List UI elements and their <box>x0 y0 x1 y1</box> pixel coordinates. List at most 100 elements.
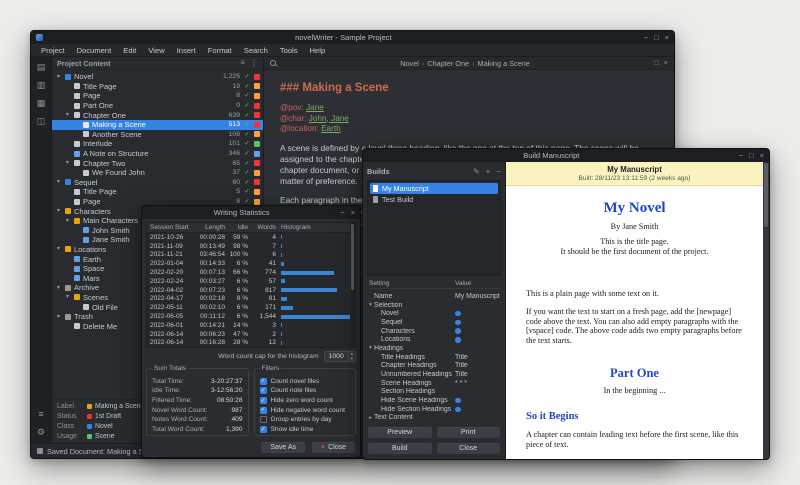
settings-icon[interactable]: ⚙ <box>37 428 45 437</box>
session-row[interactable]: 2021-11-0900:13:4998 %7 <box>147 242 350 251</box>
session-row[interactable]: 2022-05-1100:02:106 %171 <box>147 303 350 312</box>
novel-view-icon[interactable]: ▥ <box>37 81 46 90</box>
filter-checkbox[interactable]: ✓ <box>260 426 267 433</box>
expand-arrow-icon[interactable]: ▾ <box>55 285 62 291</box>
maximize-editor-icon[interactable]: □ <box>654 59 659 67</box>
expand-arrow-icon[interactable]: ▾ <box>64 218 71 224</box>
close-document-icon[interactable]: × <box>664 59 668 67</box>
session-row[interactable]: 2022-02-2400:03:276 %57 <box>147 277 350 286</box>
setting-row[interactable]: Chapter HeadingsTitle <box>367 362 501 371</box>
expand-arrow-icon[interactable]: ▸ <box>367 415 374 421</box>
spin-down-icon[interactable]: ▾ <box>349 357 355 362</box>
expand-arrow-icon[interactable]: ▾ <box>367 345 374 351</box>
menu-search[interactable]: Search <box>238 45 274 56</box>
menu-insert[interactable]: Insert <box>171 45 202 56</box>
search-icon[interactable] <box>270 60 276 66</box>
quick-links-icon[interactable]: ≡ <box>240 59 245 67</box>
build-list-item[interactable]: Test Build <box>370 194 498 205</box>
maximize-icon[interactable]: □ <box>749 152 754 160</box>
tree-item[interactable]: Making a Scene513✓ <box>52 120 263 130</box>
session-row[interactable]: 2021-11-2103:46:54100 %6 <box>147 251 350 260</box>
menu-help[interactable]: Help <box>304 45 332 56</box>
preview-button[interactable]: Preview <box>367 426 433 439</box>
tree-item[interactable]: We Found John37✓ <box>52 168 263 178</box>
session-row[interactable]: 2022-06-1400:16:2828 %12 <box>147 339 350 348</box>
manuscript-view-icon[interactable]: ◫ <box>37 117 46 126</box>
expand-arrow-icon[interactable]: ▾ <box>64 112 71 118</box>
close-icon[interactable]: × <box>665 34 669 42</box>
setting-row[interactable]: Hide Scene Headings <box>367 396 501 405</box>
expand-arrow-icon[interactable]: ▾ <box>64 160 71 166</box>
filter-checkbox[interactable] <box>260 416 267 423</box>
main-titlebar[interactable]: novelWriter - Sample Project − □ × <box>31 31 674 44</box>
setting-row[interactable]: Sequel <box>367 318 501 327</box>
session-row[interactable]: 2022-04-0200:07:236 %817 <box>147 286 350 295</box>
session-row[interactable]: 2021-10-2600:00:2859 %4 <box>147 233 350 242</box>
build-titlebar[interactable]: Build Manuscript − □ × <box>363 149 769 162</box>
tree-item[interactable]: Part One0✓ <box>52 101 263 111</box>
session-row[interactable]: 2022-04-1700:02:188 %81 <box>147 295 350 304</box>
session-row[interactable]: 2022-06-1400:06:2347 %2 <box>147 330 350 339</box>
close-button[interactable]: ×Close <box>311 441 356 454</box>
tree-item[interactable]: ▾Chapter One639✓ <box>52 110 263 120</box>
filter-checkbox[interactable]: ✓ <box>260 387 267 394</box>
print-button[interactable]: Print <box>436 426 502 439</box>
setting-row[interactable]: Title HeadingsTitle <box>367 353 501 362</box>
setting-row[interactable]: Scene Headings* * * <box>367 379 501 388</box>
setting-row[interactable]: Characters <box>367 327 501 336</box>
close-icon[interactable]: × <box>760 152 764 160</box>
maximize-icon[interactable]: □ <box>654 34 659 42</box>
setting-row[interactable]: Unnumbered HeadingsTitle <box>367 370 501 379</box>
minimize-icon[interactable]: − <box>739 152 743 160</box>
filter-checkbox[interactable]: ✓ <box>260 397 267 404</box>
menu-tools[interactable]: Tools <box>274 45 304 56</box>
expand-arrow-icon[interactable]: ▾ <box>64 294 71 300</box>
session-row[interactable]: 2022-02-2000:07:1366 %774 <box>147 268 350 277</box>
build-list-item[interactable]: My Manuscript <box>370 183 498 194</box>
session-row[interactable]: 2022-06-0500:11:126 %1,544 <box>147 312 350 321</box>
kebab-menu-icon[interactable]: ⋮ <box>250 59 258 67</box>
tree-item[interactable]: A Note on Structure346✓ <box>52 149 263 159</box>
tree-item[interactable]: Title Page19✓ <box>52 82 263 92</box>
expand-arrow-icon[interactable]: ▾ <box>367 302 374 308</box>
menu-format[interactable]: Format <box>202 45 238 56</box>
setting-row[interactable]: Hide Section Headings <box>367 405 501 414</box>
stats-scrollbar[interactable] <box>350 223 355 347</box>
preview-scrollbar[interactable] <box>763 162 769 459</box>
setting-row[interactable]: NameMy Manuscript <box>367 292 501 301</box>
save-as-button[interactable]: Save As <box>260 441 306 454</box>
tree-item[interactable]: Another Scene108✓ <box>52 130 263 140</box>
tree-item[interactable]: Title Page5✓ <box>52 187 263 197</box>
tree-item[interactable]: Interlude101✓ <box>52 139 263 149</box>
project-view-icon[interactable]: ▤ <box>37 63 46 72</box>
menu-icon[interactable]: ≡ <box>38 410 43 419</box>
close-build-button[interactable]: Close <box>436 442 502 455</box>
expand-arrow-icon[interactable]: ▾ <box>55 314 62 320</box>
session-row[interactable]: 2022-01-0400:14:336 %41 <box>147 259 350 268</box>
expand-arrow-icon[interactable]: ▾ <box>55 246 62 252</box>
add-build-icon[interactable]: + <box>480 168 491 176</box>
setting-row[interactable]: ▾Headings <box>367 344 501 353</box>
menu-project[interactable]: Project <box>35 45 71 56</box>
stats-titlebar[interactable]: Writing Statistics − × <box>142 206 360 219</box>
close-icon[interactable]: × <box>351 209 355 217</box>
menu-view[interactable]: View <box>142 45 170 56</box>
remove-build-icon[interactable]: − <box>490 168 501 176</box>
expand-arrow-icon[interactable]: ▾ <box>55 179 62 185</box>
tree-item[interactable]: Page8✓ <box>52 91 263 101</box>
setting-row[interactable]: ▸Text Content <box>367 414 501 423</box>
expand-arrow-icon[interactable]: ▾ <box>55 74 62 80</box>
session-row[interactable]: 2022-06-0100:14:2114 %3 <box>147 321 350 330</box>
setting-row[interactable]: ▾Selection <box>367 301 501 310</box>
scrollbar-thumb[interactable] <box>351 224 354 290</box>
scrollbar-thumb[interactable] <box>764 163 768 227</box>
minimize-icon[interactable]: − <box>340 209 344 217</box>
minimize-icon[interactable]: − <box>644 34 648 42</box>
filter-checkbox[interactable]: ✓ <box>260 407 267 414</box>
tree-item[interactable]: ▾Chapter Two65✓ <box>52 158 263 168</box>
build-button[interactable]: Build <box>367 442 433 455</box>
menu-document[interactable]: Document <box>71 45 118 56</box>
menu-edit[interactable]: Edit <box>117 45 142 56</box>
edit-build-icon[interactable]: ✎ <box>467 168 480 176</box>
setting-row[interactable]: Section Headings <box>367 388 501 397</box>
